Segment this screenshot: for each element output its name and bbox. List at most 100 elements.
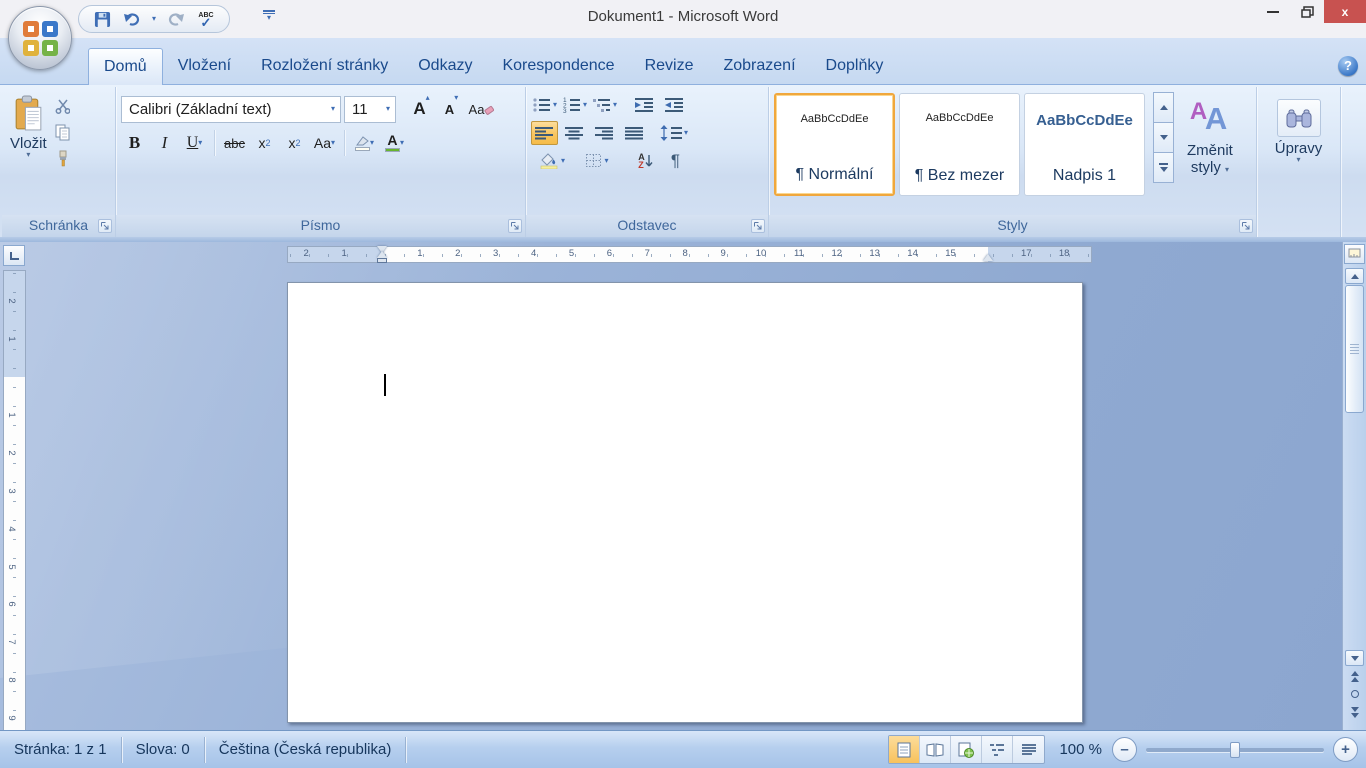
- language-status[interactable]: Čeština (Česká republika): [205, 736, 407, 763]
- tab-revize[interactable]: Revize: [630, 48, 709, 85]
- full-screen-reading-view-button[interactable]: [920, 736, 952, 763]
- paragraph-dialog-launcher[interactable]: [751, 219, 765, 233]
- zoom-slider-thumb[interactable]: [1230, 741, 1240, 758]
- undo-button[interactable]: [120, 8, 142, 30]
- numbering-button[interactable]: 123 ▾: [561, 93, 588, 117]
- style-nadpis-1[interactable]: AaBbCcDdEe Nadpis 1: [1024, 93, 1145, 196]
- editing-menu-button[interactable]: Úpravy ▾: [1270, 95, 1328, 215]
- document-page[interactable]: [287, 282, 1083, 723]
- font-dialog-launcher[interactable]: [508, 219, 522, 233]
- copy-button[interactable]: [50, 121, 76, 144]
- select-browse-object-button[interactable]: [1345, 686, 1364, 702]
- word-count-status[interactable]: Slova: 0: [122, 736, 205, 763]
- align-center-button[interactable]: [561, 121, 588, 145]
- style-normalni[interactable]: AaBbCcDdEe ¶ Normální: [774, 93, 895, 196]
- chevron-down-icon: ▾: [151, 14, 156, 23]
- strikethrough-button[interactable]: abc: [221, 129, 248, 157]
- change-case-button[interactable]: Aa ▾: [311, 129, 338, 157]
- redo-button[interactable]: [166, 8, 188, 30]
- align-right-button[interactable]: [591, 121, 618, 145]
- bold-button[interactable]: B: [121, 129, 148, 157]
- borders-button[interactable]: ▾: [576, 149, 618, 173]
- zoom-level[interactable]: 100 %: [1059, 741, 1102, 758]
- spelling-button[interactable]: ABC ✓: [195, 8, 217, 30]
- office-button[interactable]: [8, 6, 72, 70]
- web-layout-view-button[interactable]: [951, 736, 983, 763]
- chevron-down-icon: ▾: [582, 100, 587, 109]
- page-number-status[interactable]: Stránka: 1 z 1: [0, 736, 122, 763]
- tab-stop-selector[interactable]: [3, 245, 25, 266]
- vertical-scrollbar[interactable]: [1342, 242, 1366, 730]
- clear-formatting-button[interactable]: Aa: [468, 95, 495, 123]
- tab-odkazy[interactable]: Odkazy: [403, 48, 487, 85]
- font-color-bar: [384, 148, 400, 152]
- shading-button[interactable]: ▾: [531, 149, 573, 173]
- cut-button[interactable]: [50, 95, 76, 118]
- scroll-up-button[interactable]: [1345, 268, 1364, 284]
- qat-customize-button[interactable]: ▾: [260, 10, 278, 22]
- pilcrow-icon: ¶: [670, 151, 681, 170]
- print-layout-view-button[interactable]: [889, 736, 921, 763]
- change-styles-button[interactable]: AA Změnit styly ▾: [1184, 93, 1236, 178]
- decrease-indent-button[interactable]: [630, 93, 657, 117]
- right-indent-marker[interactable]: [983, 254, 993, 261]
- subscript-button[interactable]: x2: [251, 129, 278, 157]
- styles-dialog-launcher[interactable]: [1239, 219, 1253, 233]
- tab-doplnky[interactable]: Doplňky: [811, 48, 899, 85]
- tab-rozlozeni-stranky[interactable]: Rozložení stránky: [246, 48, 403, 85]
- chevron-down-icon: ▾: [560, 156, 565, 165]
- increase-indent-button[interactable]: [660, 93, 687, 117]
- italic-button[interactable]: I: [151, 129, 178, 157]
- horizontal-ruler[interactable]: 2 1 1 2 3 4 5 6 7 8 9 10 11 12 13 14 15 17 18: [287, 246, 1092, 263]
- minimize-button[interactable]: [1256, 0, 1290, 24]
- outline-view-button[interactable]: [982, 736, 1014, 763]
- font-color-button[interactable]: A ▾: [381, 129, 408, 157]
- ruler-number: 5: [568, 248, 575, 259]
- draft-view-button[interactable]: [1013, 736, 1044, 763]
- previous-page-button[interactable]: [1345, 668, 1364, 684]
- multilevel-list-button[interactable]: ▾: [591, 93, 618, 117]
- vertical-ruler[interactable]: 2 1 1 2 3 4 5 6 7 8 9: [3, 270, 26, 730]
- double-chevron-up-icon: [1350, 670, 1359, 682]
- shrink-font-button[interactable]: A ▾: [438, 94, 465, 123]
- justify-button[interactable]: [621, 121, 648, 145]
- style-scroll-up-button[interactable]: [1153, 92, 1174, 123]
- sort-button[interactable]: AZ: [632, 149, 659, 173]
- text-highlight-button[interactable]: ▾: [351, 129, 378, 157]
- tab-korespondence[interactable]: Korespondence: [487, 48, 629, 85]
- style-gallery-more-button[interactable]: [1153, 152, 1174, 183]
- scrollbar-thumb[interactable]: [1345, 285, 1364, 413]
- plus-icon: +: [1341, 741, 1350, 758]
- undo-dropdown[interactable]: ▾: [149, 8, 159, 30]
- hanging-indent-marker[interactable]: [377, 251, 387, 258]
- scroll-down-button[interactable]: [1345, 650, 1364, 666]
- font-name-combo[interactable]: Calibri (Základní text) ▾: [121, 95, 341, 123]
- grow-font-button[interactable]: A ▴: [408, 94, 435, 123]
- line-spacing-button[interactable]: ▾: [660, 121, 688, 145]
- borders-icon: [586, 154, 602, 167]
- zoom-slider[interactable]: [1146, 741, 1324, 758]
- left-indent-marker[interactable]: [377, 258, 387, 263]
- align-left-button[interactable]: [531, 121, 558, 145]
- paste-button[interactable]: Vložit ▾: [7, 91, 50, 215]
- zoom-in-button[interactable]: +: [1333, 737, 1358, 762]
- ruler-toggle-button[interactable]: [1344, 244, 1365, 264]
- font-size-combo[interactable]: 11 ▾: [344, 95, 396, 123]
- tab-vlozeni[interactable]: Vložení: [163, 48, 246, 85]
- tab-zobrazeni[interactable]: Zobrazení: [708, 48, 810, 85]
- save-button[interactable]: [91, 8, 113, 30]
- tab-domu[interactable]: Domů: [88, 48, 163, 85]
- next-page-button[interactable]: [1345, 704, 1364, 720]
- help-button[interactable]: ?: [1338, 56, 1358, 76]
- close-button[interactable]: x: [1324, 0, 1366, 23]
- zoom-out-button[interactable]: –: [1112, 737, 1137, 762]
- clipboard-dialog-launcher[interactable]: [98, 219, 112, 233]
- underline-button[interactable]: U ▾: [181, 129, 208, 157]
- format-painter-button[interactable]: [50, 147, 76, 170]
- style-bez-mezer[interactable]: AaBbCcDdEe ¶ Bez mezer: [899, 93, 1020, 196]
- bullets-button[interactable]: ▾: [531, 93, 558, 117]
- style-scroll-down-button[interactable]: [1153, 122, 1174, 153]
- show-hide-pilcrow-button[interactable]: ¶: [662, 149, 689, 173]
- superscript-button[interactable]: x2: [281, 129, 308, 157]
- restore-button[interactable]: [1290, 0, 1324, 24]
